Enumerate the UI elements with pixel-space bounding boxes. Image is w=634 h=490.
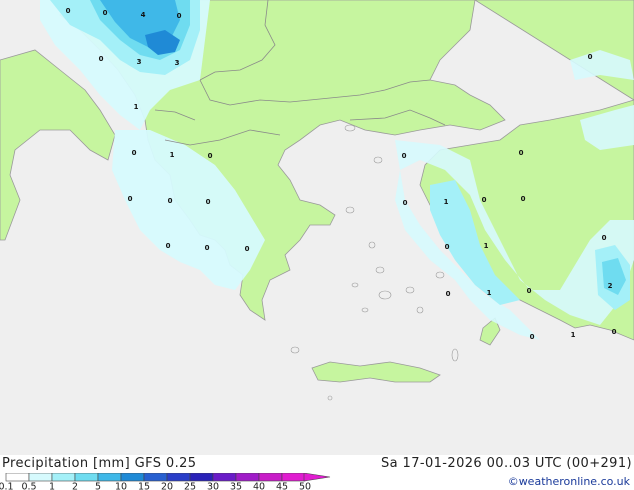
island [435,271,445,279]
map-title: Precipitation [mm] GFS 0.25 [2,456,197,471]
island [368,241,376,249]
legend-swatch [28,473,53,482]
legend-swatches [5,473,306,482]
legend-swatch [143,473,168,482]
island [327,395,333,401]
legend-label: 20 [161,482,173,490]
legend-arrow [303,473,331,482]
legend-swatch [235,473,260,482]
value-label: 0 [530,333,535,341]
legend-label: 0.5 [21,482,36,490]
value-label: 1 [444,198,449,206]
legend-swatch [258,473,283,482]
value-label: 0 [482,196,487,204]
legend-label: 45 [276,482,288,490]
value-label: 1 [484,242,489,250]
value-label: 0 [519,149,524,157]
value-label: 0 [245,245,250,253]
legend-swatch [5,473,30,482]
value-label: 0 [445,243,450,251]
island [375,266,385,274]
island [290,346,300,354]
island [405,286,415,294]
legend-label: 30 [207,482,219,490]
island [351,282,359,288]
value-label: 4 [141,11,146,19]
legend-swatch [212,473,237,482]
value-label: 0 [205,244,210,252]
value-label: 0 [527,287,532,295]
value-label: 0 [132,149,137,157]
legend-swatch [166,473,191,482]
color-legend: 0.1 0.5 1 2 5 10 15 20 25 30 35 40 45 50 [0,473,331,490]
legend-swatch [97,473,122,482]
island [373,156,383,164]
island [416,306,424,314]
legend-label: 25 [184,482,196,490]
value-label: 1 [571,331,576,339]
value-label: 1 [134,103,139,111]
legend-label: 2 [72,482,78,490]
value-label: 0 [99,55,104,63]
legend-label: 40 [253,482,265,490]
value-label: 0 [206,198,211,206]
precipitation-map: 0 0 4 0 0 3 3 0 1 0 1 0 0 0 0 0 0 0 1 0 0 0 0 0 0 1 0 2 0 1 0 0 1 0 [0,0,634,455]
value-label: 0 [403,199,408,207]
island [345,206,355,214]
legend-label: 35 [230,482,242,490]
legend-swatch [281,473,306,482]
value-label: 3 [137,58,142,66]
value-label: 0 [208,152,213,160]
value-label: 0 [177,12,182,20]
value-label: 0 [612,328,617,336]
forecast-datetime: Sa 17-01-2026 00..03 UTC (00+291) [380,456,632,471]
island [344,124,356,132]
legend-swatch [189,473,214,482]
credit-link[interactable]: ©weatheronline.co.uk [508,475,630,488]
legend-label: 1 [49,482,55,490]
legend-swatch [120,473,145,482]
value-label: 2 [608,282,613,290]
legend-label: 10 [115,482,127,490]
value-label: 0 [128,195,133,203]
island [378,290,392,300]
value-label: 0 [521,195,526,203]
value-label: 1 [487,289,492,297]
legend-label: 15 [138,482,150,490]
value-label: 0 [588,53,593,61]
value-label: 3 [175,59,180,67]
value-label: 0 [166,242,171,250]
island [361,307,369,313]
value-label: 0 [402,152,407,160]
value-label: 0 [168,197,173,205]
island [451,348,459,362]
legend-labels: 0.1 0.5 1 2 5 10 15 20 25 30 35 40 45 50 [0,482,311,490]
legend-swatch [51,473,76,482]
value-label: 0 [103,9,108,17]
value-label: 0 [446,290,451,298]
value-label: 0 [66,7,71,15]
legend-swatch [74,473,99,482]
legend-label: 5 [95,482,101,490]
legend-label: 0.1 [0,482,14,490]
value-label: 0 [602,234,607,242]
footer: Precipitation [mm] GFS 0.25 Sa 17-01-202… [0,455,634,490]
value-label: 1 [170,151,175,159]
legend-label: 50 [299,482,311,490]
